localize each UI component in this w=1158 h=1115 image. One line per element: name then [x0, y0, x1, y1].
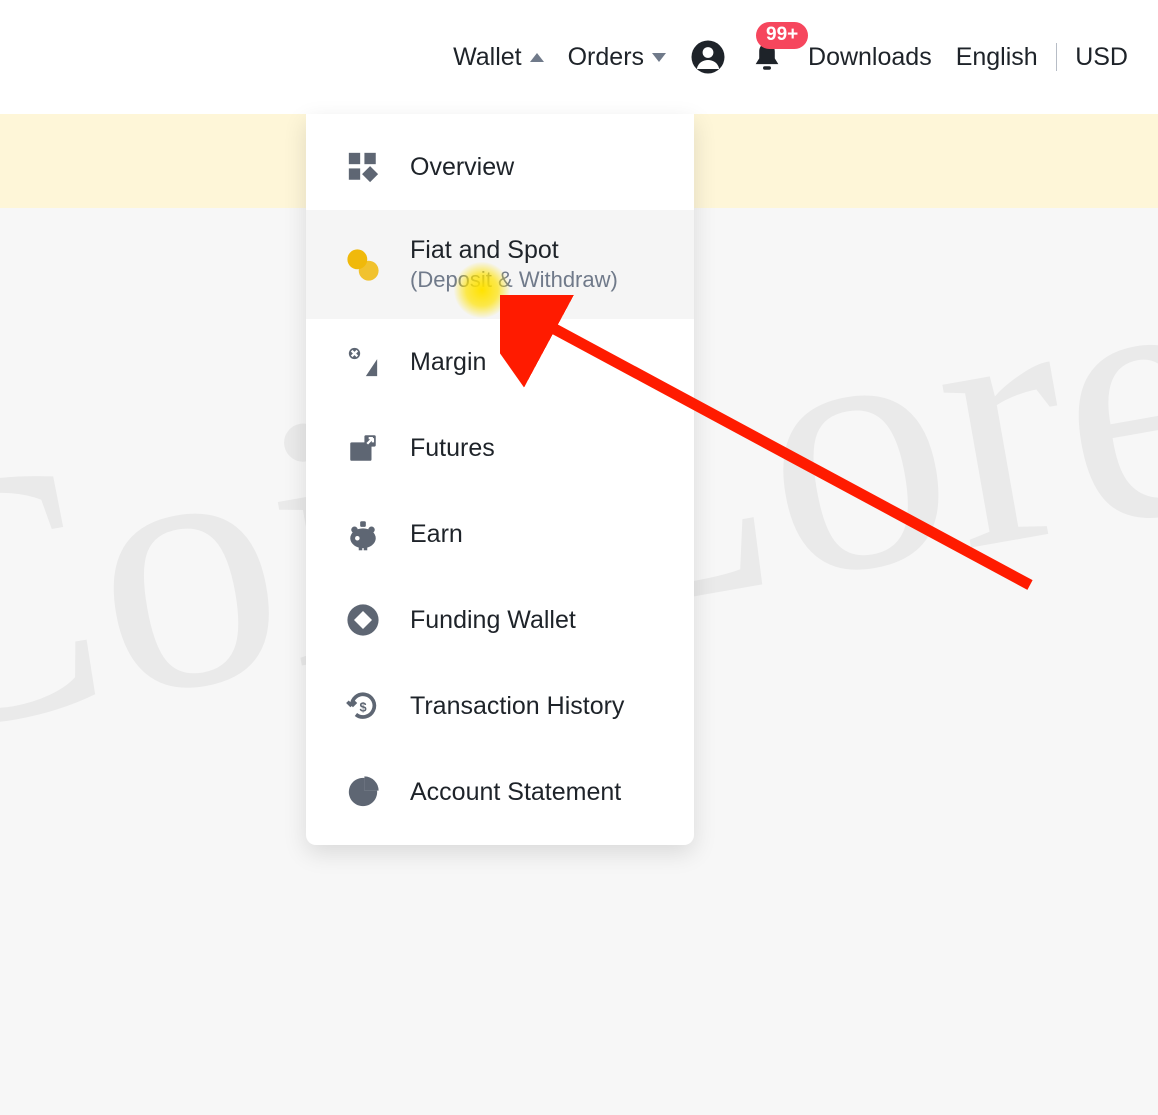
- user-icon: [690, 39, 726, 75]
- nav-orders[interactable]: Orders: [568, 43, 666, 72]
- menu-item-margin[interactable]: Margin: [306, 319, 694, 405]
- top-navbar: Wallet Orders 99+ Downloads English USD: [0, 0, 1158, 114]
- transaction-history-icon: $: [346, 689, 380, 723]
- nav-downloads[interactable]: Downloads: [808, 43, 932, 72]
- menu-item-transaction-history[interactable]: $ Transaction History: [306, 663, 694, 749]
- menu-label: Margin: [410, 348, 486, 377]
- notification-badge: 99+: [756, 22, 808, 49]
- nav-locale[interactable]: English USD: [956, 43, 1128, 72]
- nav-downloads-label: Downloads: [808, 43, 932, 72]
- nav-wallet[interactable]: Wallet: [453, 43, 544, 72]
- wallet-dropdown: Overview Fiat and Spot (Deposit & Withdr…: [306, 114, 694, 845]
- futures-icon: [346, 431, 380, 465]
- menu-label: Transaction History: [410, 692, 624, 721]
- earn-icon: [346, 517, 380, 551]
- nav-notifications[interactable]: 99+: [750, 40, 784, 74]
- menu-item-futures[interactable]: Futures: [306, 405, 694, 491]
- menu-item-overview[interactable]: Overview: [306, 124, 694, 210]
- nav-language-label: English: [956, 43, 1038, 72]
- nav-orders-label: Orders: [568, 43, 644, 72]
- account-statement-icon: [346, 775, 380, 809]
- menu-label: Overview: [410, 153, 514, 182]
- menu-label: Account Statement: [410, 778, 621, 807]
- nav-currency-label: USD: [1075, 43, 1128, 72]
- menu-sub: (Deposit & Withdraw): [410, 267, 618, 293]
- menu-label: Funding Wallet: [410, 606, 576, 635]
- overview-icon: [346, 150, 380, 184]
- menu-label: Fiat and Spot: [410, 236, 618, 265]
- caret-up-icon: [530, 53, 544, 62]
- menu-label: Futures: [410, 434, 495, 463]
- svg-text:$: $: [359, 700, 366, 715]
- funding-wallet-icon: [346, 603, 380, 637]
- menu-item-account-statement[interactable]: Account Statement: [306, 749, 694, 835]
- divider-icon: [1056, 43, 1058, 71]
- caret-down-icon: [652, 53, 666, 62]
- menu-item-fiat-spot[interactable]: Fiat and Spot (Deposit & Withdraw): [306, 210, 694, 319]
- margin-icon: [346, 345, 380, 379]
- nav-wallet-label: Wallet: [453, 43, 522, 72]
- nav-user[interactable]: [690, 39, 726, 75]
- menu-item-funding-wallet[interactable]: Funding Wallet: [306, 577, 694, 663]
- menu-label: Earn: [410, 520, 463, 549]
- fiat-spot-icon: [346, 248, 380, 282]
- menu-item-earn[interactable]: Earn: [306, 491, 694, 577]
